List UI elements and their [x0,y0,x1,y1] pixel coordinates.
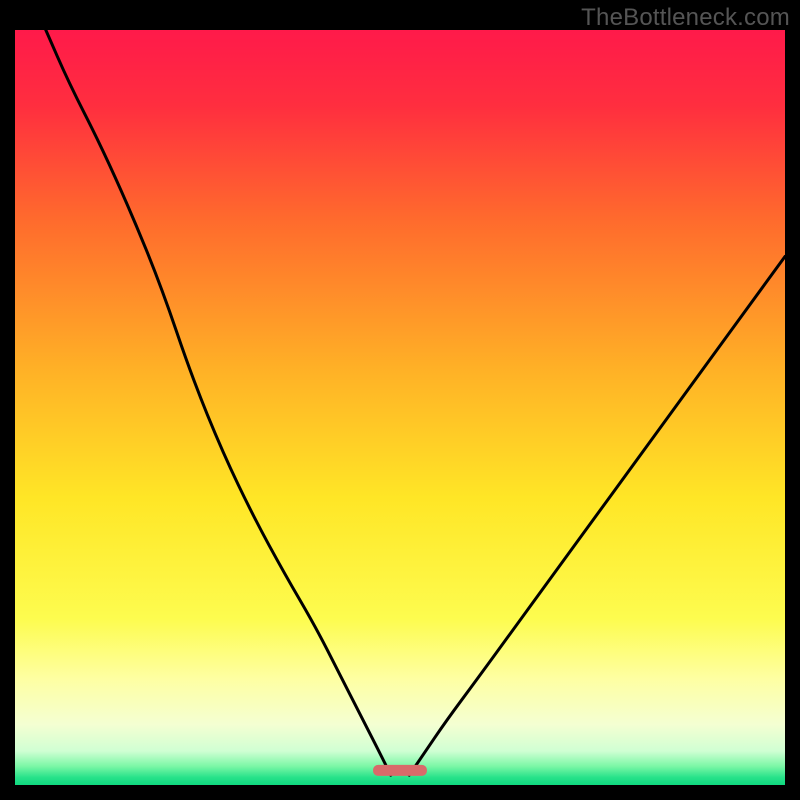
optimal-marker [373,765,427,776]
plot-gradient-background [15,30,785,785]
bottleneck-chart [0,0,800,800]
watermark-text: TheBottleneck.com [581,4,790,32]
chart-container: { "watermark": "TheBottleneck.com", "cha… [0,0,800,800]
